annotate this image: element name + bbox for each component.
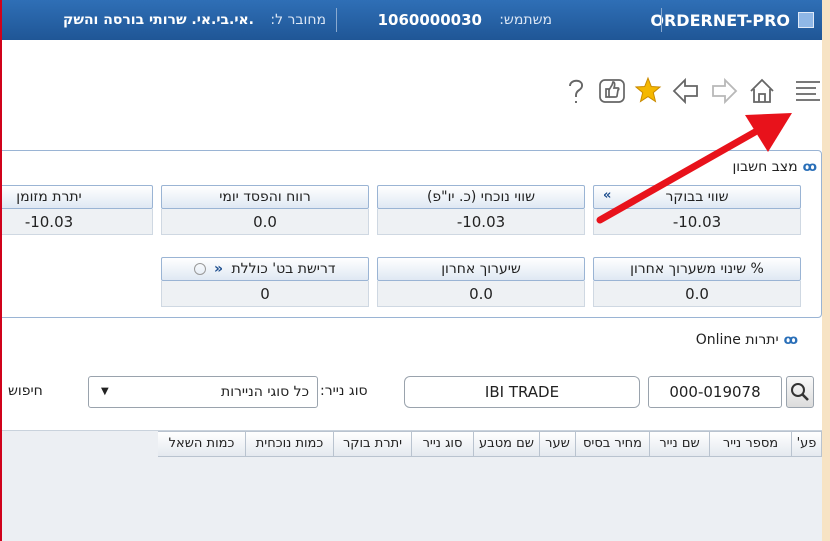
metric-value: 0.0: [593, 281, 801, 307]
column-header[interactable]: מחיר בסיס: [576, 431, 650, 457]
security-type-label: סוג נייר:: [320, 383, 368, 399]
online-balances-header: ꝏ יתרות Online: [696, 332, 798, 348]
title-separator: [336, 8, 337, 32]
column-header[interactable]: שם מטבע: [474, 431, 540, 457]
column-header[interactable]: מספר נייר: [710, 431, 792, 457]
star-icon[interactable]: [634, 74, 662, 108]
table-header-row: פע' מספר נייר שם נייר מחיר בסיס שער שם מ…: [158, 431, 822, 457]
metric-label[interactable]: שווי בבוקר: [593, 185, 801, 209]
link-icon[interactable]: ꝏ: [784, 333, 798, 348]
app-name: ORDERNET-PRO: [650, 11, 790, 30]
account-name-field[interactable]: IBI TRADE: [404, 376, 640, 408]
security-type-select[interactable]: כל סוגי הניירות ▼: [88, 376, 318, 408]
metric-current-value: שווי נוכחי (כ. יו"פ) -10.03: [377, 185, 585, 237]
metric-last-revaluation: שיערוך אחרון 0.0: [377, 257, 585, 309]
toolbar: [2, 40, 822, 144]
security-type-value: כל סוגי הניירות: [221, 384, 309, 400]
back-icon[interactable]: [672, 74, 700, 108]
user-value: 1060000030: [377, 11, 482, 29]
column-header[interactable]: יתרת בוקר: [334, 431, 412, 457]
user-label: משתמש:: [499, 12, 552, 28]
metric-label[interactable]: שווי נוכחי (כ. יו"פ): [377, 185, 585, 209]
search-icon: [791, 383, 809, 401]
metric-label[interactable]: שיערוך אחרון: [377, 257, 585, 281]
account-status-title: מצב חשבון: [732, 159, 798, 175]
thumbs-up-icon[interactable]: [598, 74, 626, 108]
title-bar: ORDERNET-PRO משתמש: 1060000030 מחובר ל: …: [2, 0, 822, 40]
metric-label[interactable]: יתרת מזומן: [2, 185, 153, 209]
connected-value: .אי.בי.אי. שרותי בורסה והשק: [63, 12, 254, 28]
metric-morning-value: שווי בבוקר « -10.03: [593, 185, 801, 237]
metric-cash-balance: יתרת מזומן -10.03: [2, 185, 153, 237]
double-chevron-icon[interactable]: «: [603, 188, 611, 203]
metric-label[interactable]: רווח והפסד יומי: [161, 185, 369, 209]
menu-icon[interactable]: [794, 74, 822, 108]
app-logo-icon: [798, 12, 814, 28]
online-balances-title: יתרות Online: [695, 332, 779, 348]
link-icon[interactable]: ꝏ: [803, 160, 817, 175]
column-header[interactable]: כמות השאל: [158, 431, 246, 457]
filter-bar: 000-019078 IBI TRADE סוג נייר: כל סוגי ה…: [2, 362, 822, 418]
balances-table: פע' מספר נייר שם נייר מחיר בסיס שער שם מ…: [2, 430, 822, 541]
metric-value: 0.0: [161, 209, 369, 235]
connected-label: מחובר ל:: [270, 12, 326, 28]
metric-label[interactable]: % שינוי משערוך אחרון: [593, 257, 801, 281]
title-separator: [661, 8, 662, 32]
account-number-field[interactable]: 000-019078: [648, 376, 782, 408]
double-chevron-icon[interactable]: «: [214, 261, 223, 277]
account-status-panel: ꝏ מצב חשבון שווי בבוקר « -10.03 שווי נוכח…: [2, 150, 822, 318]
search-button[interactable]: [786, 376, 814, 408]
account-status-header: ꝏ מצב חשבון: [732, 159, 817, 175]
metric-daily-pnl: רווח והפסד יומי 0.0: [161, 185, 369, 237]
metric-value: -10.03: [593, 209, 801, 235]
metric-value: -10.03: [2, 209, 153, 235]
chevron-down-icon: ▼: [101, 386, 109, 397]
metric-value: -10.03: [377, 209, 585, 235]
column-header[interactable]: פע': [792, 431, 822, 457]
metric-value: 0: [161, 281, 369, 307]
search-label: חיפוש: [8, 383, 43, 399]
metric-change-since-revaluation: % שינוי משערוך אחרון 0.0: [593, 257, 801, 309]
column-header[interactable]: שם נייר: [650, 431, 710, 457]
info-circle-icon[interactable]: [194, 263, 207, 275]
column-header[interactable]: כמות נוכחית: [246, 431, 334, 457]
home-icon[interactable]: [748, 74, 776, 108]
column-header[interactable]: שער: [540, 431, 576, 457]
metric-total-margin: דרישת בט' כוללת « 0: [161, 257, 369, 309]
help-icon[interactable]: [562, 74, 590, 108]
metric-value: 0.0: [377, 281, 585, 307]
app-window: ORDERNET-PRO משתמש: 1060000030 מחובר ל: …: [0, 0, 822, 541]
forward-icon[interactable]: [710, 74, 738, 108]
column-header[interactable]: סוג נייר: [412, 431, 474, 457]
metric-label[interactable]: דרישת בט' כוללת «: [161, 257, 369, 281]
